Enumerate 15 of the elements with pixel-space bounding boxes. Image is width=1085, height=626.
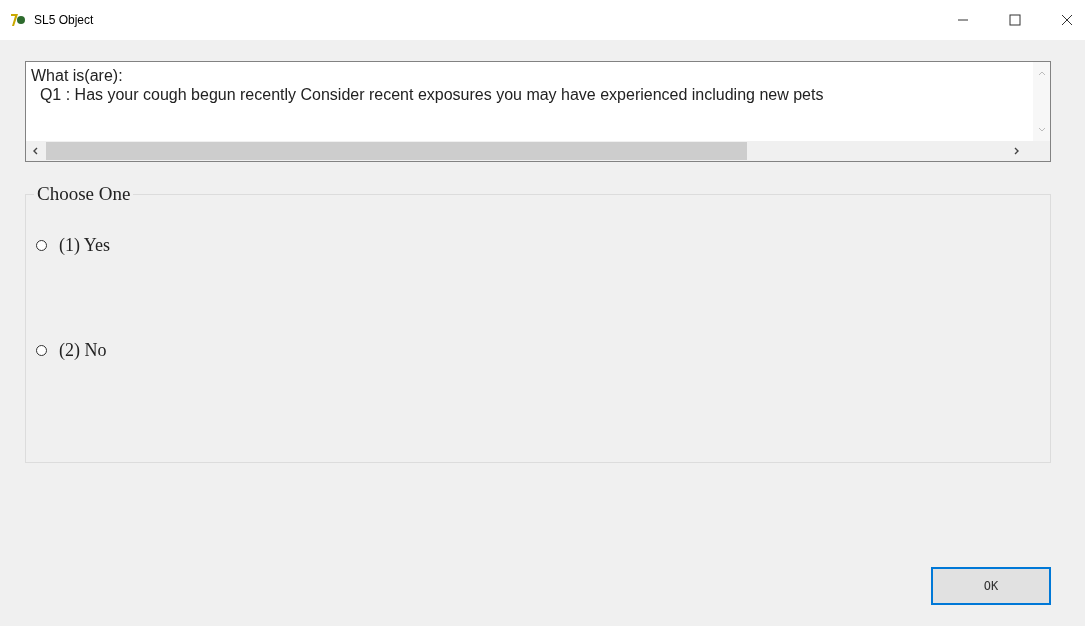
scroll-left-icon[interactable] xyxy=(32,147,38,155)
ok-button[interactable]: OK xyxy=(931,567,1051,605)
close-icon[interactable] xyxy=(1061,14,1073,26)
question-text: What is(are): xyxy=(31,66,124,85)
question-text-area[interactable]: What is(are): Q1 : Has your cough begun recently Consider recent exposures you may have experienced including new pets xyxy=(25,61,1051,162)
scrollbar-thumb[interactable] xyxy=(46,142,747,160)
app-icon xyxy=(10,12,26,28)
question-text: Q1 : Has your cough begun recently Consider recent exposures you may have experienced including new pets xyxy=(38,85,825,104)
option-label[interactable]: (2) No xyxy=(59,340,107,361)
maximize-icon[interactable] xyxy=(1009,14,1021,26)
radio-button[interactable] xyxy=(36,345,47,356)
option-label[interactable]: (1) Yes xyxy=(59,235,110,256)
window-title: SL5 Object xyxy=(34,13,94,27)
scroll-right-icon[interactable] xyxy=(1014,147,1020,155)
radio-button[interactable] xyxy=(36,240,47,251)
